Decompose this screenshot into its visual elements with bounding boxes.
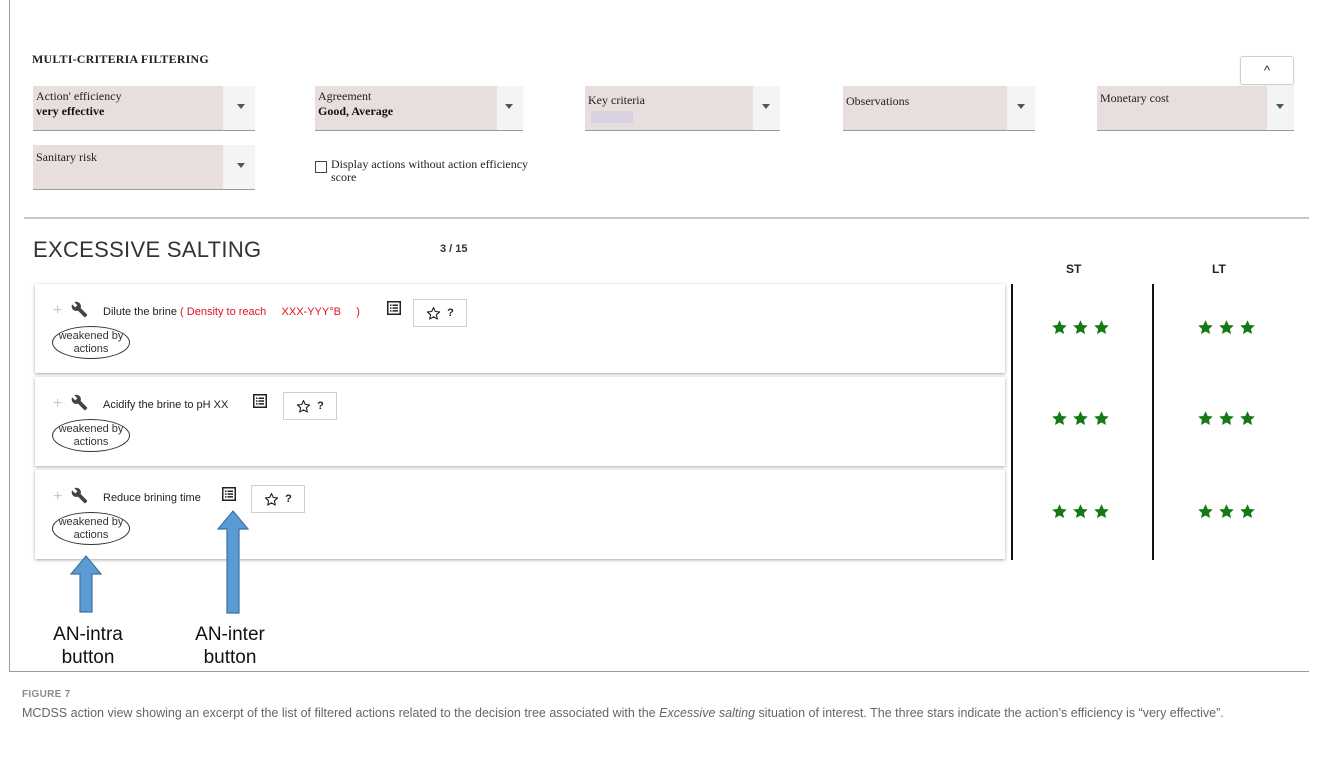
an-inter-label: AN-inter button — [195, 624, 265, 668]
an-intra-label: AN-intra button — [53, 624, 123, 668]
star-outline-icon — [427, 306, 441, 320]
filter-label: Observations — [846, 94, 910, 108]
column-divider — [1152, 284, 1154, 560]
display-without-score-checkbox[interactable] — [315, 161, 327, 173]
dropdown-caret-icon — [237, 104, 245, 109]
column-header-lt: LT — [1212, 262, 1226, 276]
action-card: + Acidify the brine to pH XX ? weakened … — [35, 377, 1005, 466]
wrench-icon — [71, 301, 88, 318]
weakened-by-actions-button[interactable]: weakened by actions — [52, 326, 130, 359]
favorite-button[interactable]: ? — [251, 485, 305, 513]
star-filled-icon — [1052, 504, 1067, 519]
star-filled-icon — [1219, 320, 1234, 335]
action-name: Reduce brining time — [103, 492, 201, 504]
filter-label: Sanitary risk — [36, 150, 97, 164]
filter-label: Action' efficiency — [36, 89, 122, 103]
st-rating — [1051, 410, 1110, 427]
star-outline-icon — [297, 399, 311, 413]
star-filled-icon — [1198, 320, 1213, 335]
plus-icon[interactable]: + — [53, 302, 62, 320]
favorite-button[interactable]: ? — [283, 392, 337, 420]
action-name: Dilute the brine ( Density to reach XXX-… — [103, 306, 360, 318]
star-filled-icon — [1094, 411, 1109, 426]
filter-value: Good, Average — [318, 104, 394, 118]
filter-value: very effective — [36, 104, 105, 118]
star-filled-icon — [1073, 504, 1088, 519]
star-filled-icon — [1052, 411, 1067, 426]
lt-rating — [1197, 319, 1256, 336]
plus-icon[interactable]: + — [53, 395, 62, 413]
collapse-button[interactable]: ^ — [1240, 56, 1294, 85]
dropdown-caret-icon — [505, 104, 513, 109]
weakened-by-actions-button[interactable]: weakened by actions — [52, 512, 130, 545]
star-filled-icon — [1240, 411, 1255, 426]
star-filled-icon — [1219, 411, 1234, 426]
star-filled-icon — [1198, 411, 1213, 426]
filter-label: Monetary cost — [1100, 91, 1169, 105]
favorite-label: ? — [285, 493, 292, 505]
filter-observations[interactable]: Observations — [843, 86, 1035, 131]
figure-label: FIGURE 7 — [22, 689, 71, 700]
star-filled-icon — [1094, 320, 1109, 335]
list-icon[interactable] — [253, 394, 267, 408]
display-without-score-option[interactable]: Display actions without action efficienc… — [315, 158, 531, 184]
lt-rating — [1197, 503, 1256, 520]
filter-label: Agreement — [318, 89, 372, 103]
star-filled-icon — [1073, 320, 1088, 335]
wrench-icon — [71, 487, 88, 504]
star-filled-icon — [1240, 320, 1255, 335]
wrench-icon — [71, 394, 88, 411]
filter-action-efficiency[interactable]: Action' efficiency very effective — [33, 86, 255, 131]
st-rating — [1051, 503, 1110, 520]
filter-label: Key criteria — [588, 93, 645, 107]
arrow-up-icon — [70, 555, 102, 613]
filter-agreement[interactable]: Agreement Good, Average — [315, 86, 523, 131]
dropdown-caret-icon — [237, 163, 245, 168]
favorite-button[interactable]: ? — [413, 299, 467, 327]
star-filled-icon — [1073, 411, 1088, 426]
action-note: ( Density to reach XXX-YYY°B ) — [177, 306, 360, 318]
figure-caption: MCDSS action view showing an excerpt of … — [22, 706, 1224, 720]
action-card: + Reduce brining time ? weakened by actio… — [35, 470, 1005, 559]
plus-icon[interactable]: + — [53, 488, 62, 506]
star-filled-icon — [1240, 504, 1255, 519]
favorite-label: ? — [447, 307, 454, 319]
section-divider — [24, 217, 1309, 219]
weakened-by-actions-button[interactable]: weakened by actions — [52, 419, 130, 452]
list-icon[interactable] — [387, 301, 401, 315]
list-icon[interactable] — [222, 487, 236, 501]
filter-sanitary-risk[interactable]: Sanitary risk — [33, 145, 255, 190]
star-filled-icon — [1198, 504, 1213, 519]
dropdown-caret-icon — [1276, 104, 1284, 109]
favorite-label: ? — [317, 400, 324, 412]
column-header-st: ST — [1066, 262, 1082, 276]
column-divider — [1011, 284, 1013, 560]
filter-panel-title: MULTI-CRITERIA FILTERING — [32, 52, 209, 66]
dropdown-caret-icon — [762, 104, 770, 109]
star-filled-icon — [1094, 504, 1109, 519]
dropdown-caret-icon — [1017, 104, 1025, 109]
star-filled-icon — [1219, 504, 1234, 519]
st-rating — [1051, 319, 1110, 336]
action-card: + Dilute the brine ( Density to reach XX… — [35, 284, 1005, 373]
filter-key-criteria[interactable]: Key criteria — [585, 86, 780, 131]
action-counter: 3 / 15 — [440, 243, 468, 255]
star-outline-icon — [265, 492, 279, 506]
filter-monetary-cost[interactable]: Monetary cost — [1097, 86, 1294, 131]
star-filled-icon — [1052, 320, 1067, 335]
situation-title: EXCESSIVE SALTING — [33, 237, 262, 262]
chevron-up-icon: ^ — [1263, 63, 1271, 78]
checkbox-label: Display actions without action efficienc… — [331, 157, 529, 184]
action-name: Acidify the brine to pH XX — [103, 399, 229, 411]
filter-chip — [591, 111, 633, 123]
lt-rating — [1197, 410, 1256, 427]
arrow-up-icon — [217, 510, 249, 614]
